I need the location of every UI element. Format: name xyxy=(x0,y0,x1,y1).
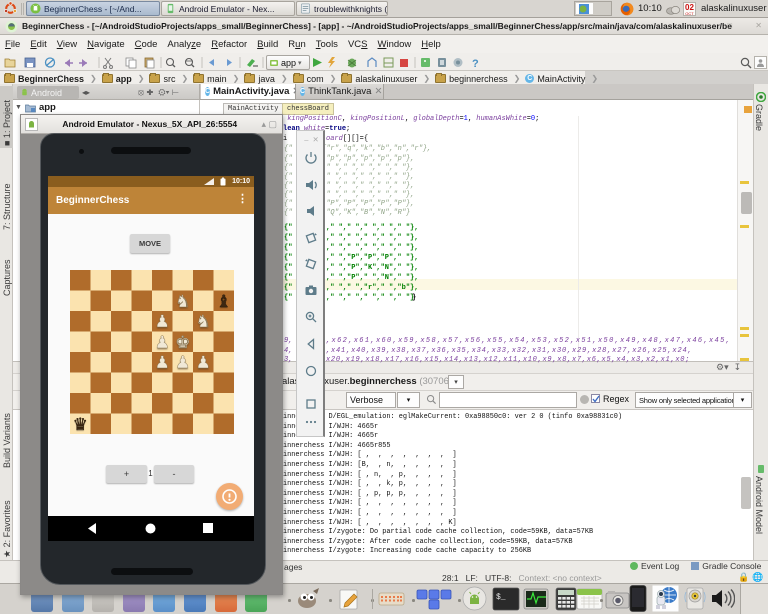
svg-text:$_: $_ xyxy=(496,593,506,602)
